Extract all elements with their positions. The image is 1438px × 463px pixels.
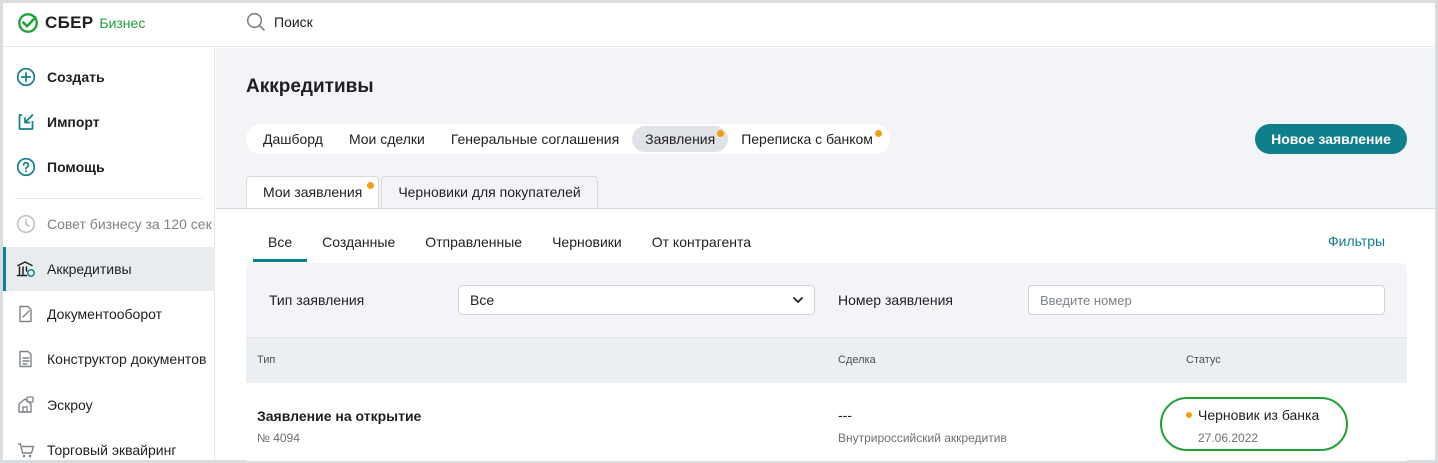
column-header-status: Статус — [1186, 354, 1221, 366]
filter-box: Тип заявления Все Номер заявления — [246, 263, 1407, 337]
sidebar-item-document-flow[interactable]: Документооборот — [3, 292, 215, 336]
deal-value: --- — [838, 407, 852, 423]
search-field[interactable]: Поиск — [246, 12, 313, 32]
sidebar-item-label: Аккредитивы — [47, 261, 132, 277]
table-header: Тип Сделка Статус — [246, 337, 1407, 383]
chevron-down-icon — [793, 297, 803, 303]
document-edit-icon — [16, 304, 36, 324]
subtabs: Мои заявления Черновики для покупателей — [246, 176, 600, 209]
status-date: 27.06.2022 — [1198, 431, 1259, 445]
sidebar-item-doc-constructor[interactable]: Конструктор документов — [3, 337, 215, 381]
filter-tab-all[interactable]: Все — [253, 232, 308, 262]
column-header-deal: Сделка — [838, 354, 876, 366]
table-row[interactable]: Заявление на открытие № 4094 --- Внутрир… — [246, 383, 1407, 461]
sidebar-item-create[interactable]: Создать — [3, 55, 215, 99]
sidebar-item-escrow[interactable]: Эскроу — [3, 383, 215, 427]
sidebar-item-label: Импорт — [47, 114, 100, 130]
filter-tab-created[interactable]: Созданные — [307, 232, 410, 262]
sidebar-item-label: Документооборот — [47, 306, 163, 322]
search-icon — [246, 12, 265, 31]
filter-tab-from-counterparty[interactable]: От контрагента — [637, 232, 766, 262]
escrow-icon — [16, 395, 36, 415]
filter-tab-drafts[interactable]: Черновики — [537, 232, 637, 262]
application-title: Заявление на открытие — [257, 408, 422, 424]
filters-link[interactable]: Фильтры — [1328, 233, 1385, 249]
sidebar-item-help[interactable]: Помощь — [3, 145, 215, 189]
tab-my-deals[interactable]: Мои сделки — [336, 126, 438, 152]
import-icon — [16, 112, 36, 132]
sidebar-item-acquiring[interactable]: Торговый эквайринг — [3, 428, 215, 463]
cart-icon — [16, 440, 36, 460]
sidebar-item-label: Совет бизнесу за 120 сек — [47, 216, 212, 232]
application-number-input[interactable] — [1028, 285, 1385, 315]
page-title: Аккредитивы — [246, 76, 374, 97]
sidebar-item-label: Торговый эквайринг — [47, 442, 177, 458]
logo-suffix: Бизнес — [99, 15, 146, 31]
sidebar-divider — [15, 198, 203, 199]
column-header-type: Тип — [257, 354, 276, 366]
application-type-label: Тип заявления — [269, 292, 365, 308]
deal-type: Внутрироссийский аккредитив — [838, 431, 1007, 445]
plus-circle-icon — [16, 67, 36, 87]
applications-panel: Все Созданные Отправленные Черновики От … — [216, 208, 1435, 461]
sber-logo-icon — [18, 13, 38, 33]
subtab-my-applications[interactable]: Мои заявления — [246, 176, 380, 209]
section-tabs: Дашборд Мои сделки Генеральные соглашени… — [246, 124, 890, 154]
subtab-buyer-drafts[interactable]: Черновики для покупателей — [381, 176, 598, 208]
sidebar-item-letters-of-credit[interactable]: Аккредитивы — [3, 247, 215, 291]
notification-dot — [874, 130, 882, 137]
notification-dot — [367, 182, 375, 189]
sidebar-item-import[interactable]: Импорт — [3, 100, 215, 144]
help-icon — [16, 157, 36, 177]
tab-label: Генеральные соглашения — [450, 131, 620, 147]
tab-label: Заявления — [645, 131, 716, 147]
sidebar-item-label: Эскроу — [47, 397, 93, 413]
sidebar-item-label: Создать — [47, 69, 105, 85]
top-bar: СБЕР Бизнес Поиск — [3, 3, 1435, 47]
status-filter-tabs: Все Созданные Отправленные Черновики От … — [253, 232, 766, 262]
tab-label: Дашборд — [263, 131, 323, 147]
document-constructor-icon — [16, 349, 36, 369]
notification-dot — [717, 130, 725, 137]
application-number: № 4094 — [257, 431, 300, 445]
tab-dashboard[interactable]: Дашборд — [250, 126, 336, 152]
subtab-label: Мои заявления — [263, 184, 363, 200]
tab-applications[interactable]: Заявления — [632, 126, 729, 152]
sidebar-item-tip[interactable]: Совет бизнесу за 120 сек — [3, 202, 215, 246]
tab-label: Мои сделки — [348, 131, 425, 147]
filter-tab-sent[interactable]: Отправленные — [410, 232, 537, 262]
bank-icon — [16, 259, 36, 279]
sidebar: Создать Импорт Помощь Совет бизнесу за 1… — [3, 47, 215, 460]
sidebar-item-label: Помощь — [47, 159, 105, 175]
main-content: Аккредитивы Дашборд Мои сделки Генеральн… — [216, 48, 1435, 461]
logo-text: СБЕР — [45, 13, 94, 32]
sber-logo[interactable]: СБЕР Бизнес — [17, 12, 145, 34]
application-number-label: Номер заявления — [838, 292, 953, 308]
tab-label: Переписка с банком — [741, 131, 873, 147]
status-badge: Черновик из банка — [1186, 407, 1319, 423]
clock-icon — [16, 214, 36, 234]
subtab-label: Черновики для покупателей — [398, 184, 581, 200]
application-type-select[interactable]: Все — [458, 285, 815, 315]
status-dot — [1186, 412, 1192, 418]
tab-general-agreements[interactable]: Генеральные соглашения — [438, 126, 632, 152]
new-application-button[interactable]: Новое заявление — [1255, 124, 1407, 154]
sidebar-item-label: Конструктор документов — [47, 351, 207, 367]
search-label: Поиск — [274, 14, 313, 30]
select-value: Все — [470, 292, 495, 308]
status-text: Черновик из банка — [1198, 407, 1320, 423]
tab-bank-correspondence[interactable]: Переписка с банком — [728, 126, 886, 152]
